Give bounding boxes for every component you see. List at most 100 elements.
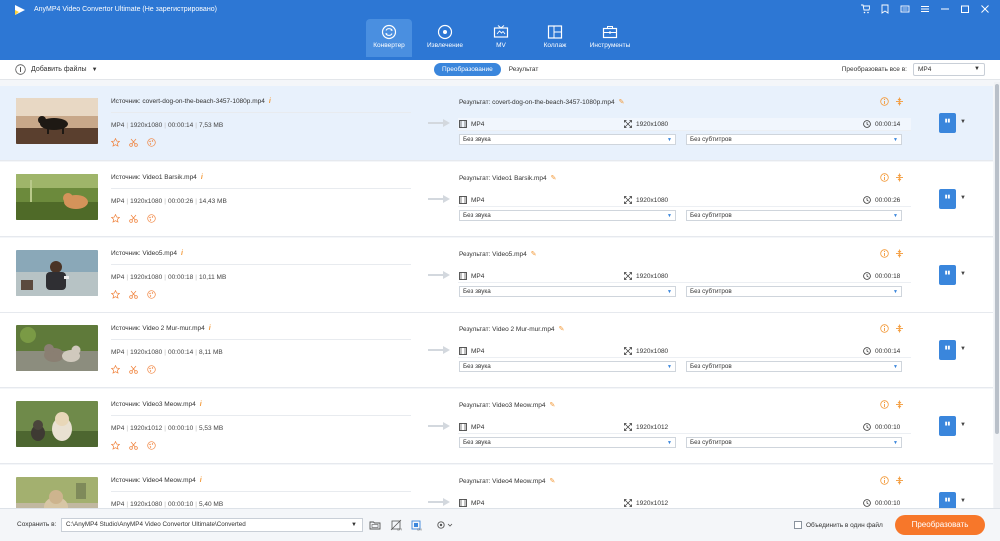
video-thumbnail[interactable] bbox=[16, 174, 98, 220]
edit-star-icon[interactable] bbox=[111, 365, 120, 374]
info-circle-icon[interactable] bbox=[880, 324, 889, 333]
chevron-down-icon[interactable]: ▼ bbox=[960, 195, 966, 201]
close-icon[interactable] bbox=[978, 2, 992, 16]
rename-pencil-icon[interactable]: ✎ bbox=[550, 401, 556, 409]
folder-icon[interactable] bbox=[367, 518, 383, 532]
file-row[interactable]: Источник: Video 2 Mur-mur.mp4 i MP4 | 1920x1… bbox=[0, 313, 993, 388]
tab-mv[interactable]: MV bbox=[478, 19, 524, 57]
info-icon[interactable]: i bbox=[200, 401, 202, 408]
maximize-icon[interactable] bbox=[958, 2, 972, 16]
subtitle-select[interactable]: Без субтитров ▼ bbox=[686, 210, 902, 221]
edit-star-icon[interactable] bbox=[111, 441, 120, 450]
file-row[interactable]: Источник: Video3 Meow.mp4 i MP4 | 1920x1012 |… bbox=[0, 389, 993, 464]
compress-icon[interactable] bbox=[895, 400, 904, 409]
rename-pencil-icon[interactable]: ✎ bbox=[531, 250, 537, 258]
cut-icon[interactable] bbox=[129, 441, 138, 450]
cart-icon[interactable] bbox=[858, 2, 872, 16]
chevron-down-icon[interactable]: ▼ bbox=[960, 346, 966, 352]
scrollbar-thumb[interactable] bbox=[995, 84, 999, 434]
edit-star-icon[interactable] bbox=[111, 290, 120, 299]
tab-collage[interactable]: Коллаж bbox=[532, 19, 578, 57]
compress-icon[interactable] bbox=[895, 249, 904, 258]
edit-star-icon[interactable] bbox=[111, 214, 120, 223]
chevron-down-icon[interactable]: ▼ bbox=[960, 498, 966, 504]
enhance-palette-icon[interactable] bbox=[147, 214, 156, 223]
scrollbar[interactable] bbox=[994, 82, 1000, 508]
subtitle-select[interactable]: Без субтитров ▼ bbox=[686, 361, 902, 372]
feedback-icon[interactable] bbox=[898, 2, 912, 16]
info-circle-icon[interactable] bbox=[880, 249, 889, 258]
user-icon[interactable] bbox=[878, 2, 892, 16]
convert-all-button[interactable]: Преобразовать bbox=[895, 515, 985, 535]
chevron-down-icon[interactable]: ▼ bbox=[92, 67, 98, 73]
audio-track-select[interactable]: Без звука ▼ bbox=[459, 134, 676, 145]
minimize-icon[interactable] bbox=[938, 2, 952, 16]
tab-toolbox[interactable]: Инструменты bbox=[587, 19, 633, 57]
hardware-acceleration-off-icon[interactable]: OFF bbox=[388, 518, 404, 532]
save-path-select[interactable]: C:\AnyMP4 Studio\AnyMP4 Video Convertor … bbox=[61, 518, 363, 532]
cut-icon[interactable] bbox=[129, 290, 138, 299]
output-format-badge[interactable]: ▮▮ bbox=[939, 340, 956, 360]
tab-result[interactable]: Результат bbox=[501, 63, 547, 76]
chevron-down-icon[interactable]: ▼ bbox=[960, 422, 966, 428]
video-thumbnail[interactable] bbox=[16, 401, 98, 447]
info-circle-icon[interactable] bbox=[880, 97, 889, 106]
checkbox-icon[interactable] bbox=[794, 521, 802, 529]
edit-star-icon[interactable] bbox=[111, 138, 120, 147]
tab-conversion[interactable]: Преобразование bbox=[434, 63, 501, 76]
enhance-palette-icon[interactable] bbox=[147, 290, 156, 299]
rename-pencil-icon[interactable]: ✎ bbox=[550, 477, 556, 485]
output-format-badge[interactable]: ▮▮ bbox=[939, 265, 956, 285]
add-files-button[interactable]: Добавить файлы ▼ bbox=[15, 64, 98, 75]
output-format-badge[interactable]: ▮▮ bbox=[939, 492, 956, 508]
audio-track-select[interactable]: Без звука ▼ bbox=[459, 286, 676, 297]
info-icon[interactable]: i bbox=[181, 250, 183, 257]
file-row[interactable]: Источник: covert-dog-on-the-beach-3457-1… bbox=[0, 86, 993, 161]
enhance-palette-icon[interactable] bbox=[147, 138, 156, 147]
gpu-acceleration-icon[interactable]: ON bbox=[408, 518, 424, 532]
file-row[interactable]: Источник: Video5.mp4 i MP4 | 1920x1080 | 00:00… bbox=[0, 238, 993, 313]
video-thumbnail[interactable] bbox=[16, 477, 98, 508]
rename-pencil-icon[interactable]: ✎ bbox=[559, 325, 565, 333]
info-icon[interactable]: i bbox=[200, 477, 202, 484]
merge-checkbox[interactable]: Объединить в один файл bbox=[794, 521, 883, 529]
video-thumbnail[interactable] bbox=[16, 250, 98, 296]
enhance-palette-icon[interactable] bbox=[147, 365, 156, 374]
rename-pencil-icon[interactable]: ✎ bbox=[619, 98, 625, 106]
compress-icon[interactable] bbox=[895, 476, 904, 485]
cut-icon[interactable] bbox=[129, 138, 138, 147]
output-format-badge[interactable]: ▮▮ bbox=[939, 113, 956, 133]
audio-track-select[interactable]: Без звука ▼ bbox=[459, 210, 676, 221]
subtitle-select[interactable]: Без субтитров ▼ bbox=[686, 134, 902, 145]
info-icon[interactable]: i bbox=[201, 174, 203, 181]
tab-rip[interactable]: Извлечение bbox=[422, 19, 468, 57]
file-row[interactable]: Источник: Video1 Barsik.mp4 i MP4 | 1920x108… bbox=[0, 162, 993, 237]
cut-icon[interactable] bbox=[129, 365, 138, 374]
cut-icon[interactable] bbox=[129, 214, 138, 223]
tab-converter[interactable]: Конвертер bbox=[366, 19, 412, 57]
settings-gear-icon[interactable] bbox=[432, 518, 458, 532]
info-icon[interactable]: i bbox=[269, 98, 271, 105]
chevron-down-icon[interactable]: ▼ bbox=[960, 271, 966, 277]
audio-track-select[interactable]: Без звука ▼ bbox=[459, 361, 676, 372]
output-format-badge[interactable]: ▮▮ bbox=[939, 416, 956, 436]
file-row[interactable]: Источник: Video4 Meow.mp4 i MP4 | 1920x1080 |… bbox=[0, 465, 993, 508]
video-thumbnail[interactable] bbox=[16, 98, 98, 144]
video-thumbnail[interactable] bbox=[16, 325, 98, 371]
info-circle-icon[interactable] bbox=[880, 173, 889, 182]
compress-icon[interactable] bbox=[895, 173, 904, 182]
enhance-palette-icon[interactable] bbox=[147, 441, 156, 450]
convert-all-format-select[interactable]: MP4 ▼ bbox=[913, 63, 985, 76]
menu-icon[interactable] bbox=[918, 2, 932, 16]
subtitle-select[interactable]: Без субтитров ▼ bbox=[686, 286, 902, 297]
audio-track-select[interactable]: Без звука ▼ bbox=[459, 437, 676, 448]
rename-pencil-icon[interactable]: ✎ bbox=[551, 174, 557, 182]
compress-icon[interactable] bbox=[895, 97, 904, 106]
compress-icon[interactable] bbox=[895, 324, 904, 333]
info-circle-icon[interactable] bbox=[880, 476, 889, 485]
info-circle-icon[interactable] bbox=[880, 400, 889, 409]
output-format-badge[interactable]: ▮▮ bbox=[939, 189, 956, 209]
info-icon[interactable]: i bbox=[209, 325, 211, 332]
chevron-down-icon[interactable]: ▼ bbox=[960, 119, 966, 125]
subtitle-select[interactable]: Без субтитров ▼ bbox=[686, 437, 902, 448]
